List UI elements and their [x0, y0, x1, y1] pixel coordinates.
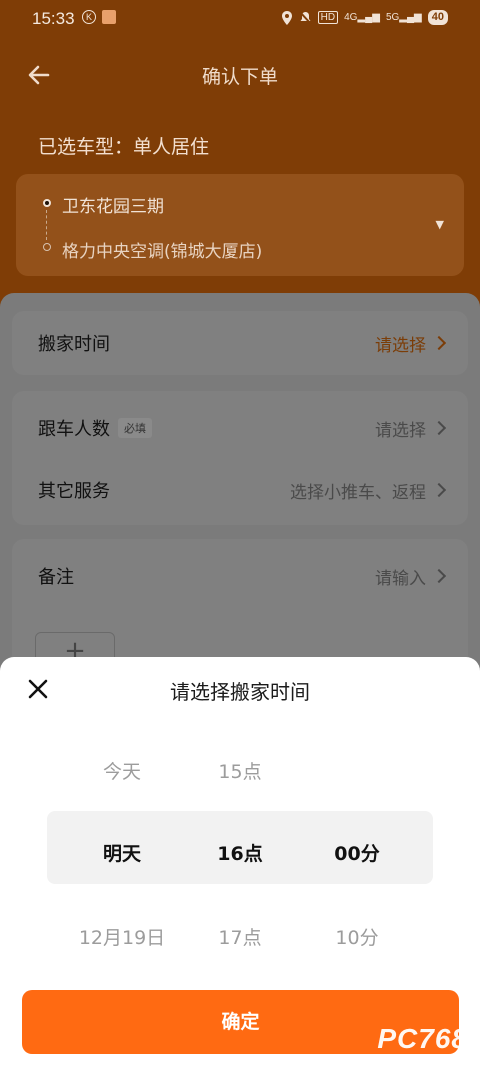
car-type-label: 已选车型：单人居住	[38, 136, 210, 158]
other-service-label: 其它服务	[38, 481, 110, 502]
move-time-value: 请选择	[375, 335, 426, 356]
hour-option-prev[interactable]: 15点	[170, 757, 310, 784]
people-label-wrap: 跟车人数 必填	[38, 415, 152, 441]
other-service-row[interactable]: 其它服务 选择小推车、返程	[38, 470, 448, 510]
chevron-right-icon	[431, 568, 447, 584]
app-icon	[102, 10, 116, 24]
note-row[interactable]: 备注 请输入	[38, 556, 448, 596]
minute-option-next[interactable]: 10分	[287, 923, 427, 950]
status-right-icons: HD 4G▂▄▆ 5G▂▄▆ 40	[281, 10, 448, 25]
battery-indicator: 40	[427, 10, 448, 25]
chevron-right-icon	[431, 335, 447, 351]
minute-option-selected[interactable]: 00分	[287, 839, 427, 866]
route-to: 格力中央空调(锦城大厦店)	[62, 242, 263, 262]
route-card[interactable]: 卫东花园三期 格力中央空调(锦城大厦店) ▼	[16, 174, 464, 276]
people-label: 跟车人数	[38, 419, 110, 440]
move-time-card: 搬家时间 请选择	[12, 311, 468, 375]
4g-signal-icon: 4G▂▄▆	[344, 12, 380, 23]
move-time-value-wrap: 请选择	[375, 331, 448, 356]
hd-icon: HD	[317, 11, 339, 24]
other-service-value: 选择小推车、返程	[290, 482, 426, 503]
time-picker-sheet: 请选择搬家时间 今天 明天 12月19日 15点 16点 17点 00分 10分…	[0, 657, 480, 1070]
other-service-value-wrap: 选择小推车、返程	[290, 478, 448, 503]
status-time: 15:33	[32, 9, 75, 28]
expand-caret-icon[interactable]: ▼	[436, 218, 444, 231]
chevron-right-icon	[431, 420, 447, 436]
5g-signal-icon: 5G▂▄▆	[385, 12, 422, 23]
page-title: 确认下单	[201, 66, 278, 88]
move-time-row[interactable]: 搬家时间 请选择	[38, 323, 448, 363]
end-dot-icon	[43, 243, 51, 251]
watermark-logo: PC768	[377, 1023, 468, 1054]
status-bar: 15:33 K HD 4G▂▄▆ 5G▂▄▆ 40	[0, 0, 480, 38]
note-value: 请输入	[375, 568, 426, 589]
note-value-wrap: 请输入	[375, 564, 448, 589]
people-value-wrap: 请选择	[375, 416, 448, 441]
location-icon	[281, 10, 292, 25]
people-value: 请选择	[375, 420, 426, 441]
required-badge: 必填	[118, 418, 152, 438]
status-left-icons: K	[82, 10, 116, 24]
note-label: 备注	[38, 567, 74, 588]
sheet-title: 请选择搬家时间	[170, 680, 310, 704]
nav-bar: 确认下单	[0, 50, 480, 100]
service-card: 跟车人数 必填 请选择 其它服务 选择小推车、返程	[12, 391, 468, 525]
people-row[interactable]: 跟车人数 必填 请选择	[38, 408, 448, 448]
move-time-label: 搬家时间	[38, 334, 110, 355]
mute-icon	[298, 10, 312, 25]
chevron-right-icon	[431, 482, 447, 498]
k-icon: K	[82, 10, 96, 24]
start-dot-icon	[43, 199, 51, 207]
route-from: 卫东花园三期	[62, 197, 164, 217]
route-connector	[46, 210, 47, 240]
